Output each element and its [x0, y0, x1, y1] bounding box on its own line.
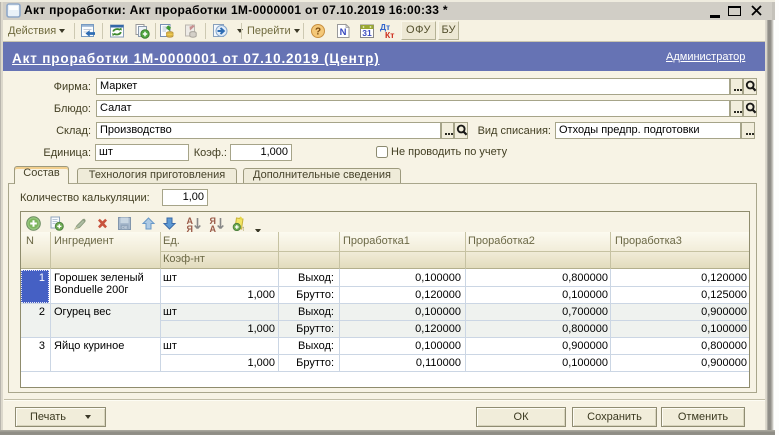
svg-text:Я: Я [187, 224, 193, 232]
svg-text:N: N [340, 27, 347, 38]
svg-text:31: 31 [362, 28, 372, 38]
svg-text:А: А [210, 224, 217, 232]
svg-text:ОК: ОК [122, 225, 128, 230]
svg-text:?: ? [315, 27, 321, 38]
svg-text:t: t [243, 227, 245, 232]
